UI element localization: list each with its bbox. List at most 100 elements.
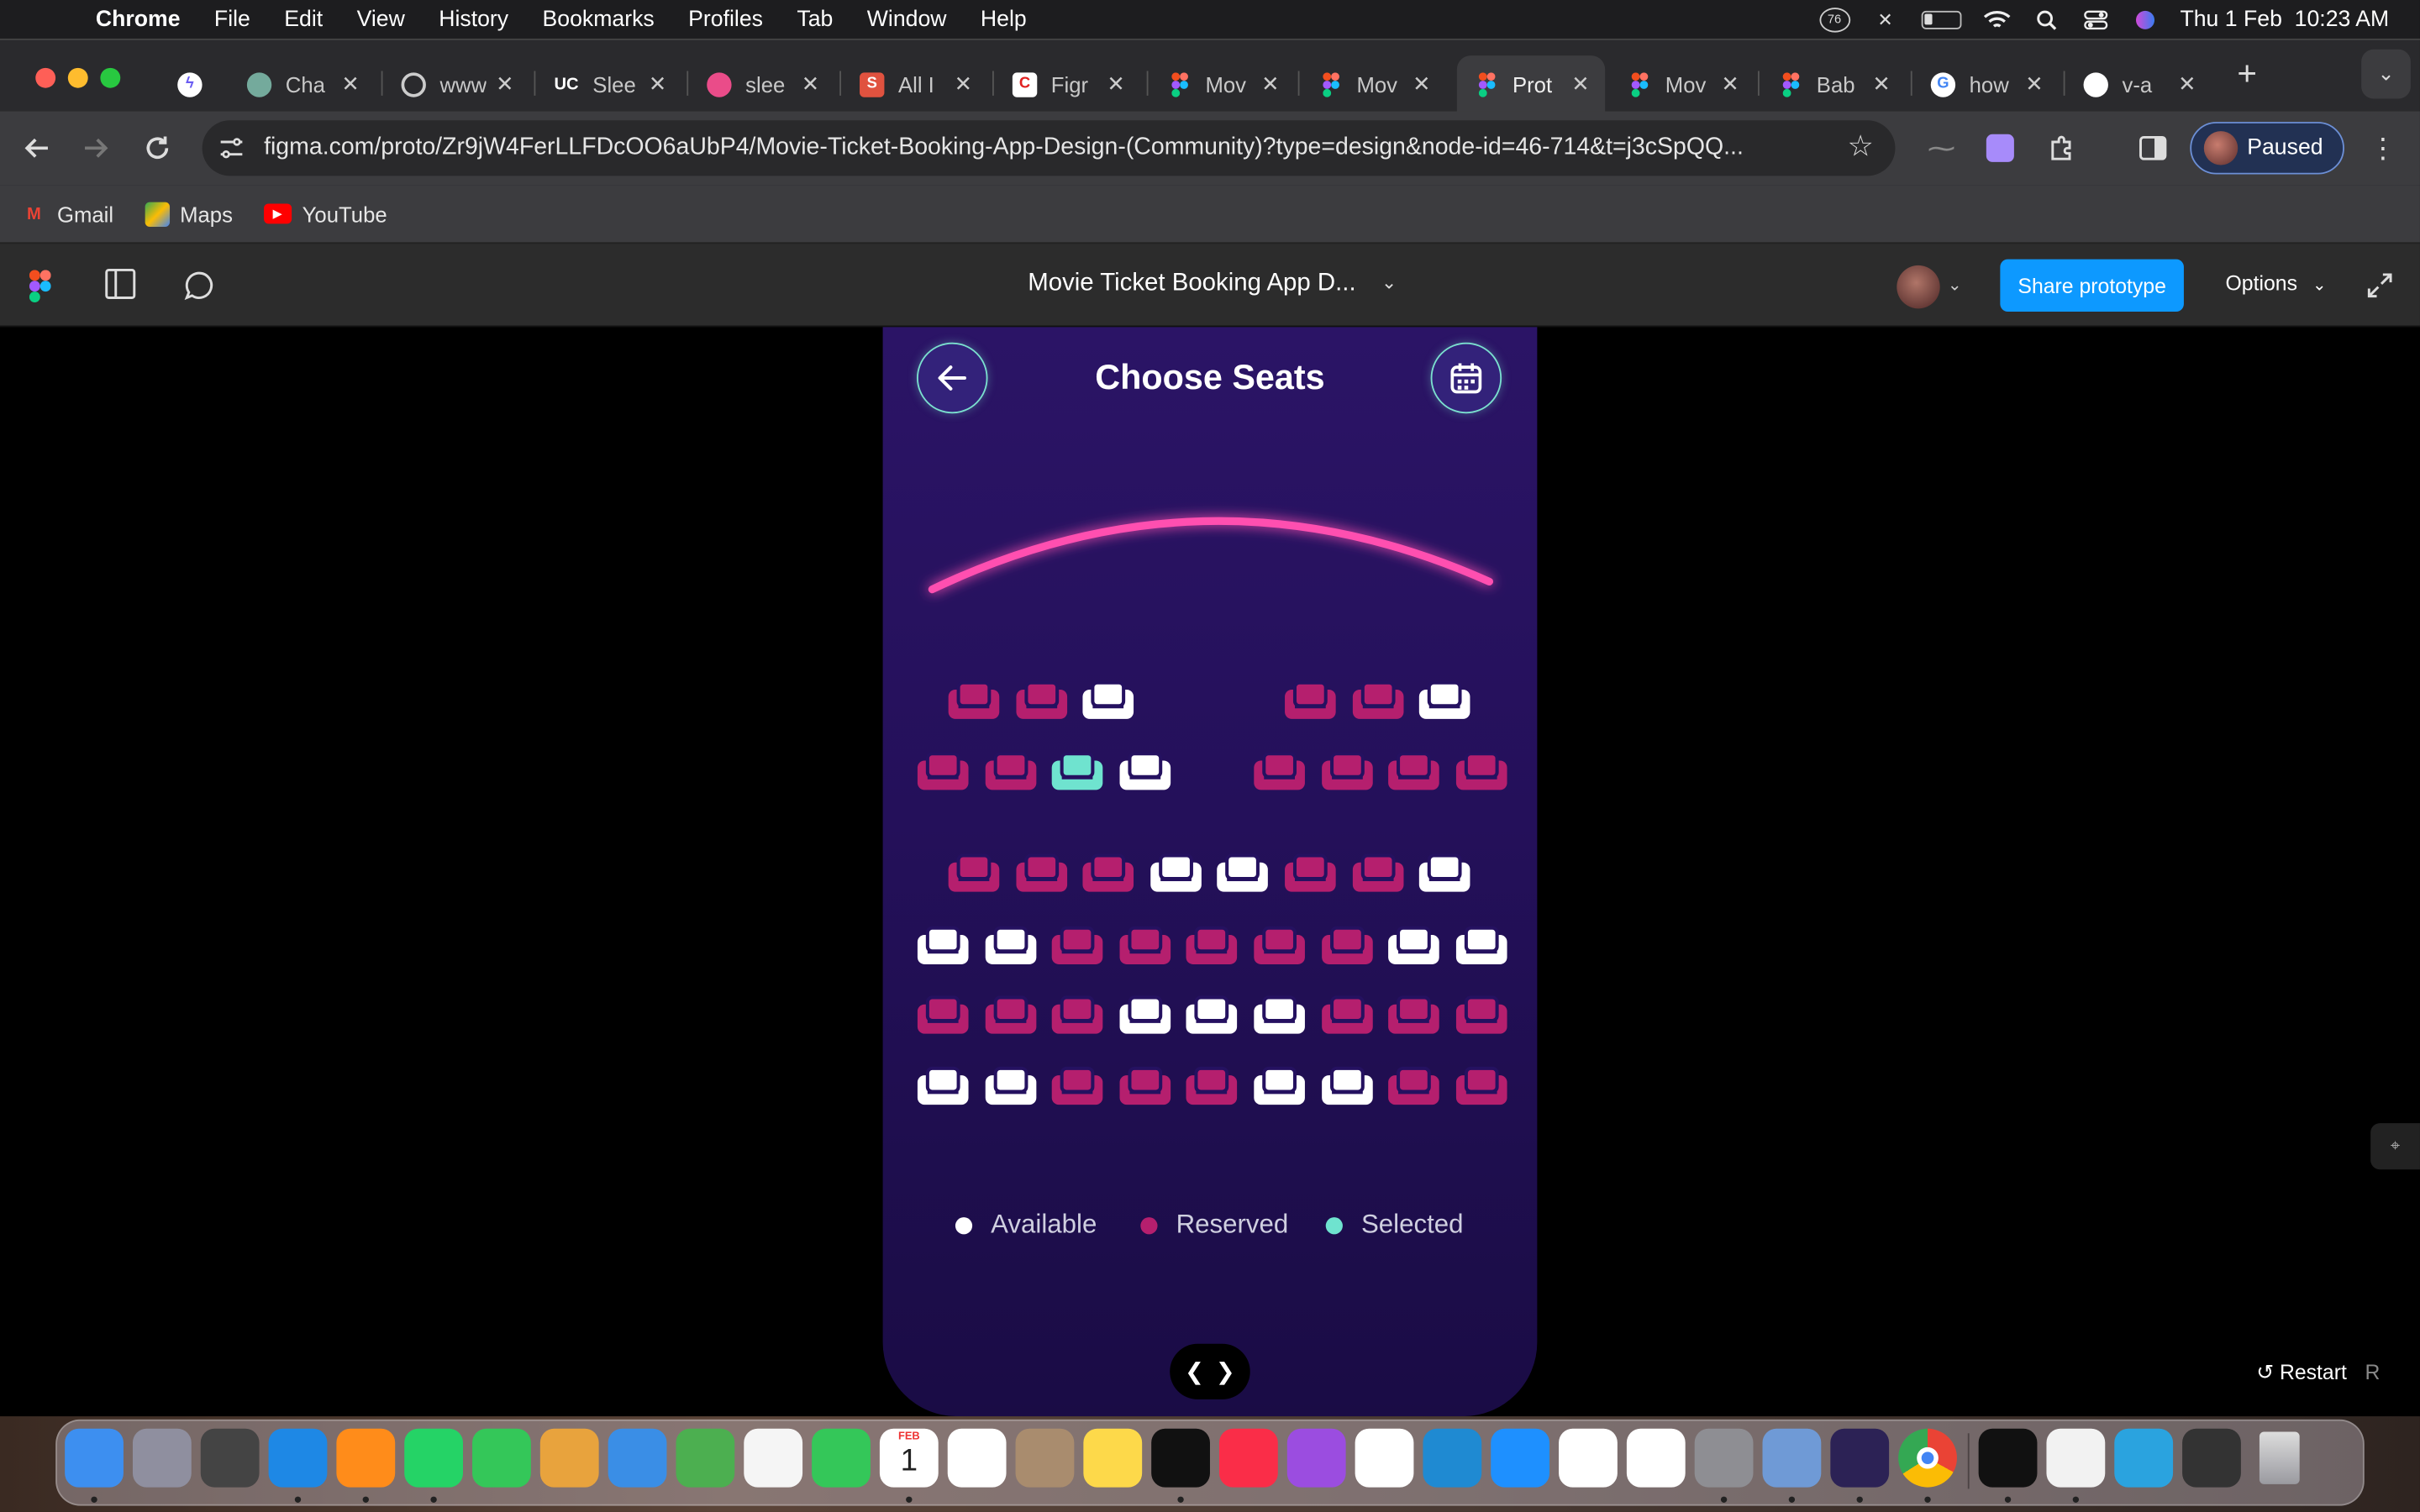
wifi-icon[interactable]: [1982, 8, 2010, 30]
menu-bookmarks[interactable]: Bookmarks: [543, 7, 655, 31]
chevron-down-icon[interactable]: ⌄: [1948, 275, 1962, 295]
mail-icon[interactable]: [608, 1428, 667, 1488]
site-info-icon[interactable]: [218, 134, 245, 162]
keynote-icon[interactable]: [1559, 1428, 1618, 1488]
close-icon[interactable]: ✕: [649, 71, 667, 97]
facetime-icon[interactable]: [812, 1428, 871, 1488]
tab-11[interactable]: Ghow ✕: [1914, 55, 2060, 113]
safari-icon[interactable]: [268, 1428, 328, 1488]
preview2-icon[interactable]: [1762, 1428, 1822, 1488]
close-icon[interactable]: ✕: [1107, 71, 1125, 97]
bookmark-star-icon[interactable]: ☆: [1847, 129, 1873, 165]
menu-history[interactable]: History: [439, 7, 508, 31]
close-icon[interactable]: ✕: [1571, 71, 1590, 97]
contacts-icon[interactable]: [1015, 1428, 1075, 1488]
menu-app-name[interactable]: Chrome: [96, 7, 181, 31]
options-menu-button[interactable]: Options ⌄: [2226, 271, 2327, 295]
appletv-icon[interactable]: [1151, 1428, 1210, 1488]
extension-screen-icon[interactable]: [1981, 129, 2018, 166]
seat-available[interactable]: [1253, 995, 1305, 1036]
trash-icon[interactable]: [2250, 1429, 2309, 1488]
seat-available[interactable]: [1418, 853, 1470, 894]
sublime-icon[interactable]: [2182, 1428, 2241, 1488]
terminal-icon[interactable]: [1978, 1428, 2038, 1488]
address-bar[interactable]: figma.com/proto/Zr9jW4FerLLFDcOO6aUbP4/M…: [202, 120, 1896, 176]
close-icon[interactable]: ✕: [341, 71, 360, 97]
window-zoom-button[interactable]: [100, 67, 121, 88]
share-prototype-button[interactable]: Share prototype: [2000, 259, 2184, 312]
window-minimize-button[interactable]: [67, 67, 88, 88]
menu-window[interactable]: Window: [867, 7, 947, 31]
seat-selected[interactable]: [1051, 751, 1103, 791]
settings-icon[interactable]: [1694, 1428, 1754, 1488]
vscode-icon[interactable]: [1423, 1428, 1482, 1488]
extension-pulse-icon[interactable]: ⁓: [1923, 129, 1960, 166]
textedit-icon[interactable]: [2046, 1428, 2106, 1488]
next-frame-icon[interactable]: ❯: [1216, 1357, 1235, 1385]
previous-frame-icon[interactable]: ❮: [1185, 1357, 1204, 1385]
close-icon[interactable]: ✕: [955, 71, 973, 97]
tab-2[interactable]: UC Slee ✕: [537, 55, 682, 113]
preview-icon[interactable]: [539, 1428, 599, 1488]
tab-1[interactable]: www ✕: [384, 55, 529, 113]
close-icon[interactable]: ✕: [1261, 71, 1280, 97]
seat-available[interactable]: [1186, 995, 1238, 1036]
tab-4[interactable]: S All I ✕: [843, 55, 988, 113]
seat-available[interactable]: [1150, 853, 1202, 894]
url-text[interactable]: figma.com/proto/Zr9jW4FerLLFDcOO6aUbP4/M…: [264, 134, 1830, 162]
back-arrow-icon[interactable]: [18, 129, 55, 166]
restart-button[interactable]: ↺ Restart R: [2256, 1361, 2380, 1385]
tab-7[interactable]: Mov ✕: [1301, 55, 1446, 113]
figma-logo-icon[interactable]: [29, 270, 51, 302]
eclipse-icon[interactable]: [1830, 1428, 1890, 1488]
launchpad-icon[interactable]: [132, 1428, 192, 1488]
extensions-puzzle-icon[interactable]: [2044, 129, 2081, 166]
menu-file[interactable]: File: [214, 7, 250, 31]
bluetooth-off-icon[interactable]: ✕: [1871, 8, 1899, 30]
numbers-icon[interactable]: [1355, 1428, 1414, 1488]
seat-available[interactable]: [917, 926, 969, 966]
keychain-icon[interactable]: [200, 1428, 260, 1488]
close-icon[interactable]: ✕: [1721, 71, 1739, 97]
telegram-icon[interactable]: [2114, 1428, 2174, 1488]
menubar-clock[interactable]: Thu 1 Feb 10:23 AM: [2180, 7, 2389, 31]
calendar-button[interactable]: [1430, 342, 1502, 414]
menu-edit[interactable]: Edit: [284, 7, 323, 31]
bookmark-youtube[interactable]: ▶ YouTube: [263, 202, 387, 226]
spotlight-search-icon[interactable]: [2032, 8, 2060, 30]
seat-available[interactable]: [984, 926, 1036, 966]
tab-0[interactable]: Cha ✕: [230, 55, 376, 113]
tab-12[interactable]: v-a ✕: [2066, 55, 2212, 113]
window-close-button[interactable]: [35, 67, 56, 88]
menu-profiles[interactable]: Profiles: [688, 7, 763, 31]
tab-search-button[interactable]: ⌄: [2361, 49, 2411, 99]
profile-button[interactable]: Paused: [2190, 122, 2344, 175]
calendar-icon[interactable]: FEB 1: [879, 1428, 939, 1488]
finder-icon[interactable]: [65, 1428, 124, 1488]
photos-icon[interactable]: [744, 1428, 803, 1488]
side-panel-icon[interactable]: [2134, 129, 2171, 166]
close-icon[interactable]: ✕: [2178, 71, 2196, 97]
seat-available[interactable]: [1320, 1066, 1372, 1106]
control-center-icon[interactable]: [2081, 8, 2109, 30]
close-icon[interactable]: ✕: [1413, 71, 1431, 97]
reminders-icon[interactable]: [947, 1428, 1007, 1488]
reload-icon[interactable]: [139, 129, 176, 166]
seat-available[interactable]: [1118, 751, 1171, 791]
seat-available[interactable]: [917, 1066, 969, 1106]
tab-pinned[interactable]: ϟ: [160, 55, 222, 113]
bookmark-maps[interactable]: Maps: [144, 201, 233, 227]
seat-available[interactable]: [1418, 680, 1470, 721]
chevron-down-icon[interactable]: ⌄: [1381, 271, 1397, 293]
books-icon[interactable]: [336, 1428, 396, 1488]
floating-extension-widget[interactable]: ⌖: [2370, 1123, 2420, 1170]
music-icon[interactable]: [1218, 1428, 1278, 1488]
collaborator-avatar[interactable]: [1897, 265, 1940, 309]
sidebar-toggle-icon[interactable]: [105, 268, 136, 307]
close-icon[interactable]: ✕: [1872, 71, 1891, 97]
messages-icon[interactable]: [472, 1428, 531, 1488]
tab-5[interactable]: C Figr ✕: [996, 55, 1141, 113]
maps-icon[interactable]: [676, 1428, 735, 1488]
bookmark-gmail[interactable]: M Gmail: [22, 202, 113, 226]
menu-help[interactable]: Help: [981, 7, 1027, 31]
